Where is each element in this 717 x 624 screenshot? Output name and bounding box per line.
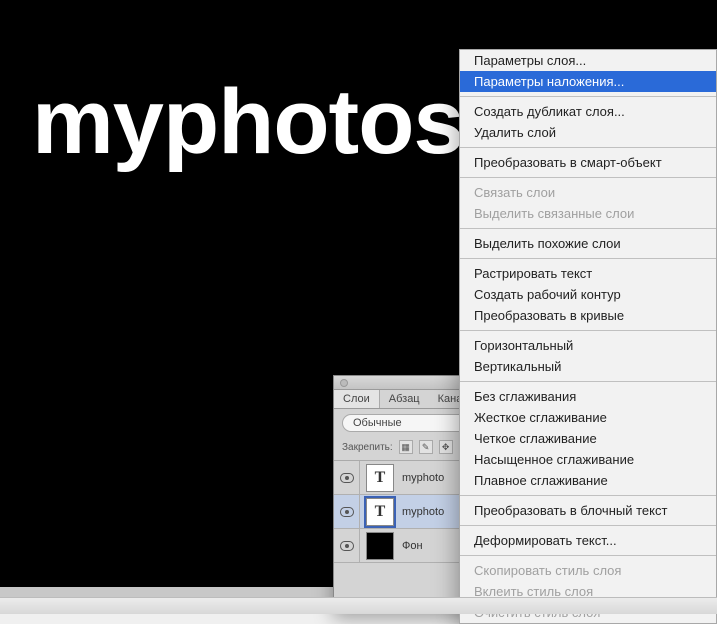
menu-item[interactable]: Четкое сглаживание xyxy=(460,428,716,449)
eye-icon xyxy=(340,473,354,483)
lock-transparency-icon[interactable]: ▦ xyxy=(399,440,413,454)
layer-thumbnail[interactable]: T xyxy=(360,495,400,529)
text-layer-icon: T xyxy=(366,498,394,526)
layer-name[interactable]: Фон xyxy=(400,540,423,552)
menu-item[interactable]: Жесткое сглаживание xyxy=(460,407,716,428)
eye-icon xyxy=(340,507,354,517)
text-layer-icon: T xyxy=(366,464,394,492)
menu-item: Выделить связанные слои xyxy=(460,203,716,224)
canvas-text-layer[interactable]: myphotosh xyxy=(32,70,519,175)
menu-separator xyxy=(460,330,716,331)
menu-item[interactable]: Плавное сглаживание xyxy=(460,470,716,491)
menu-item: Скопировать стиль слоя xyxy=(460,560,716,581)
menu-separator xyxy=(460,258,716,259)
menu-separator xyxy=(460,555,716,556)
layer-name[interactable]: myphoto xyxy=(400,506,444,518)
window-footer xyxy=(0,597,717,614)
menu-item[interactable]: Деформировать текст... xyxy=(460,530,716,551)
menu-separator xyxy=(460,177,716,178)
menu-item[interactable]: Параметры наложения... xyxy=(460,71,716,92)
layer-name[interactable]: myphoto xyxy=(400,472,444,484)
menu-item[interactable]: Насыщенное сглаживание xyxy=(460,449,716,470)
menu-item[interactable]: Параметры слоя... xyxy=(460,50,716,71)
visibility-toggle[interactable] xyxy=(334,461,360,494)
menu-separator xyxy=(460,147,716,148)
close-icon[interactable] xyxy=(340,379,348,387)
menu-separator xyxy=(460,96,716,97)
menu-item[interactable]: Вертикальный xyxy=(460,356,716,377)
tab-layers[interactable]: Слои xyxy=(334,390,380,408)
eye-icon xyxy=(340,541,354,551)
menu-item[interactable]: Растрировать текст xyxy=(460,263,716,284)
menu-item[interactable]: Преобразовать в смарт-объект xyxy=(460,152,716,173)
lock-pixels-icon[interactable]: ✎ xyxy=(419,440,433,454)
visibility-toggle[interactable] xyxy=(334,495,360,528)
menu-item[interactable]: Горизонтальный xyxy=(460,335,716,356)
menu-item[interactable]: Создать дубликат слоя... xyxy=(460,101,716,122)
menu-separator xyxy=(460,228,716,229)
layer-context-menu: Параметры слоя...Параметры наложения... С… xyxy=(459,49,717,624)
menu-item[interactable]: Создать рабочий контур xyxy=(460,284,716,305)
menu-item: Связать слои xyxy=(460,182,716,203)
menu-item[interactable]: Без сглаживания xyxy=(460,386,716,407)
layer-thumbnail[interactable] xyxy=(360,529,400,563)
menu-item[interactable]: Преобразовать в блочный текст xyxy=(460,500,716,521)
menu-item[interactable]: Преобразовать в кривые xyxy=(460,305,716,326)
menu-item[interactable]: Выделить похожие слои xyxy=(460,233,716,254)
menu-item[interactable]: Удалить слой xyxy=(460,122,716,143)
tab-paragraph[interactable]: Абзац xyxy=(380,390,429,408)
layer-thumbnail[interactable]: T xyxy=(360,461,400,495)
lock-position-icon[interactable]: ✥ xyxy=(439,440,453,454)
fill-thumbnail xyxy=(366,532,394,560)
menu-separator xyxy=(460,381,716,382)
menu-separator xyxy=(460,525,716,526)
menu-separator xyxy=(460,495,716,496)
lock-label: Закрепить: xyxy=(342,442,393,453)
visibility-toggle[interactable] xyxy=(334,529,360,562)
